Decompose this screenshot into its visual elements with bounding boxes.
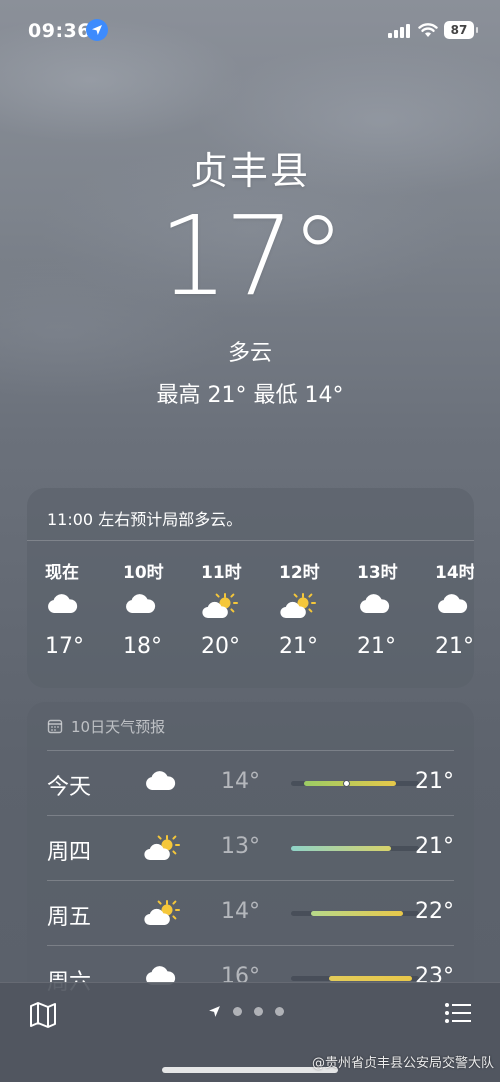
status-bar: 09:36 87 bbox=[0, 18, 500, 46]
hour-temperature: 21° bbox=[357, 634, 396, 659]
temperature-range-fill bbox=[304, 781, 396, 786]
cloud-icon bbox=[143, 769, 177, 797]
hourly-item: 13时 21° bbox=[357, 541, 435, 659]
page-dot[interactable] bbox=[254, 1007, 263, 1016]
hourly-item: 10时 18° bbox=[123, 541, 201, 659]
page-indicator[interactable] bbox=[208, 1005, 284, 1018]
ten-day-header: 10日天气预报 bbox=[27, 702, 474, 750]
hour-label: 14时 bbox=[435, 563, 474, 583]
hour-label: 现在 bbox=[45, 563, 79, 583]
list-icon[interactable] bbox=[444, 1001, 472, 1025]
daily-list: 今天14°21°周四13°21°周五14°22°周六16°23° bbox=[27, 750, 474, 1002]
calendar-icon bbox=[47, 719, 63, 734]
high-temperature: 21° bbox=[415, 769, 454, 794]
low-temperature: 14° bbox=[221, 769, 260, 794]
cellular-signal-icon bbox=[388, 24, 410, 38]
status-time: 09:36 bbox=[28, 20, 91, 42]
hour-temperature: 21° bbox=[435, 634, 474, 659]
day-label: 周五 bbox=[47, 905, 92, 930]
hourly-list[interactable]: 现在 17° 10时 18° 11时 20° 12时 21° 13时 21° 14时 21° bbox=[27, 541, 474, 659]
day-label: 今天 bbox=[47, 775, 92, 800]
hour-temperature: 20° bbox=[201, 634, 240, 659]
hour-temperature: 21° bbox=[279, 634, 318, 659]
partly-sunny-icon bbox=[143, 834, 181, 866]
low-temperature: 13° bbox=[221, 834, 260, 859]
location-arrow-icon bbox=[86, 19, 108, 41]
high-low-temperature: 最高 21° 最低 14° bbox=[156, 383, 344, 408]
page-dot[interactable] bbox=[233, 1007, 242, 1016]
daily-row[interactable]: 周四 13° 21° bbox=[47, 815, 454, 880]
watermark: @贵州省贞丰县公安局交警大队 bbox=[311, 1056, 494, 1071]
temperature-range-bar bbox=[291, 780, 419, 787]
hourly-item: 现在 17° bbox=[45, 541, 123, 659]
temperature-range-fill bbox=[291, 846, 391, 851]
wifi-icon bbox=[418, 23, 438, 37]
cloud-icon bbox=[357, 592, 435, 622]
ten-day-title: 10日天气预报 bbox=[71, 717, 166, 736]
daily-row[interactable]: 周五 14° 22° bbox=[47, 880, 454, 945]
hour-temperature: 18° bbox=[123, 634, 162, 659]
cloud-icon bbox=[435, 592, 474, 622]
page-dot[interactable] bbox=[275, 1007, 284, 1016]
temperature-range-fill bbox=[311, 911, 403, 916]
cloud-icon bbox=[45, 592, 123, 622]
temperature-range-bar bbox=[291, 976, 419, 981]
ten-day-forecast-card[interactable]: 10日天气预报 今天14°21°周四13°21°周五14°22°周六16°23° bbox=[27, 702, 474, 1002]
hour-label: 10时 bbox=[123, 563, 164, 583]
current-temperature-dot bbox=[343, 780, 350, 787]
current-weather: 贞丰县 17° 多云 最高 21° 最低 14° bbox=[0, 140, 500, 409]
temperature-range-bar bbox=[291, 846, 419, 851]
location-arrow-icon[interactable] bbox=[208, 1005, 221, 1018]
current-temperature: 17° bbox=[158, 192, 346, 320]
high-temperature: 22° bbox=[415, 899, 454, 924]
weather-condition: 多云 bbox=[227, 341, 272, 366]
hour-temperature: 17° bbox=[45, 634, 84, 659]
battery-indicator: 87 bbox=[444, 21, 478, 39]
hourly-item: 12时 21° bbox=[279, 541, 357, 659]
hour-label: 13时 bbox=[357, 563, 398, 583]
low-temperature: 14° bbox=[221, 899, 260, 924]
day-label: 周四 bbox=[47, 840, 92, 865]
temperature-range-bar bbox=[291, 911, 419, 916]
hourly-forecast-card[interactable]: 11:00 左右预计局部多云。 现在 17° 10时 18° 11时 20° 12时 21° 1… bbox=[27, 488, 474, 688]
temperature-range-fill bbox=[329, 976, 412, 981]
hourly-item: 11时 20° bbox=[201, 541, 279, 659]
partly-sunny-icon bbox=[201, 592, 279, 622]
partly-sunny-icon bbox=[143, 899, 181, 931]
battery-level: 87 bbox=[450, 23, 468, 37]
map-icon[interactable] bbox=[28, 1001, 58, 1029]
hourly-item: 14时 21° bbox=[435, 541, 474, 659]
city-name: 贞丰县 bbox=[189, 149, 310, 193]
hour-label: 12时 bbox=[279, 563, 320, 583]
cloud-icon bbox=[123, 592, 201, 622]
partly-sunny-icon bbox=[279, 592, 357, 622]
high-temperature: 21° bbox=[415, 834, 454, 859]
hourly-summary: 11:00 左右预计局部多云。 bbox=[27, 488, 474, 541]
daily-row[interactable]: 今天 14° 21° bbox=[47, 750, 454, 815]
hour-label: 11时 bbox=[201, 563, 242, 583]
